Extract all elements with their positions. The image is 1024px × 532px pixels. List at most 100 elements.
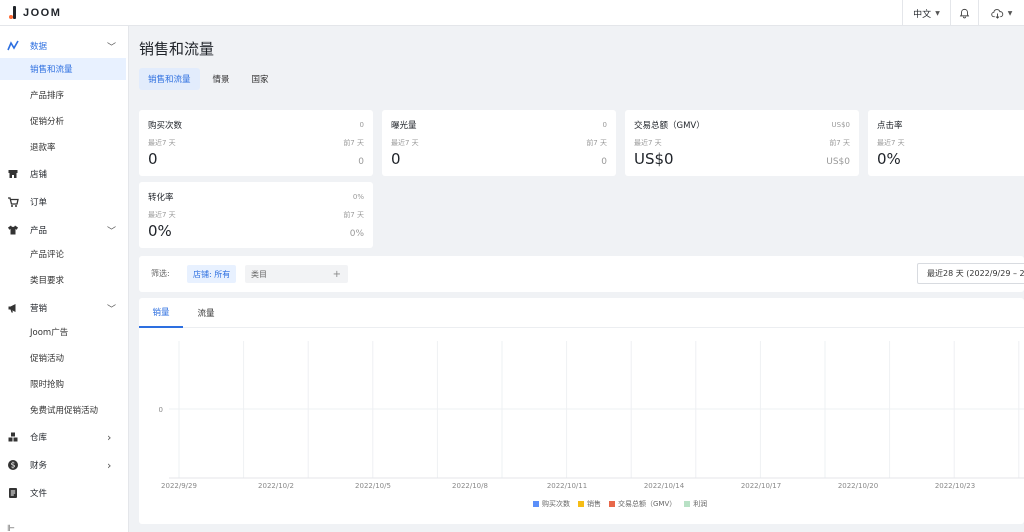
cart-icon bbox=[7, 196, 19, 208]
sales-chart: 0 2022/9/29 2022/10/2 2022/10/5 2022/10/8 202… bbox=[159, 341, 1024, 490]
x-tick-label: 2022/9/29 bbox=[161, 482, 197, 490]
chevron-up-icon: ﹀ bbox=[107, 226, 117, 237]
bell-icon bbox=[959, 8, 970, 18]
sidebar-item-label: 财务 bbox=[30, 461, 48, 471]
sidebar-item-orders[interactable]: 订单 bbox=[0, 191, 128, 213]
legend-label: 购买次数 bbox=[542, 500, 570, 508]
legend-swatch bbox=[533, 501, 539, 507]
sidebar-subitem-refund-rate[interactable]: 退款率 bbox=[0, 136, 126, 158]
sidebar-subitem-promotions[interactable]: 促销活动 bbox=[0, 347, 126, 369]
category-filter[interactable]: 类目 + bbox=[245, 265, 348, 283]
store-icon bbox=[7, 168, 19, 180]
page-title: 销售和流量 bbox=[139, 40, 215, 58]
chevron-right-icon: › bbox=[107, 430, 112, 444]
sidebar: 数据 ﹀ 销售和流量 产品排序 促销分析 退款率 店铺 订单 产品 ﹀ 产品评论… bbox=[0, 26, 129, 532]
warehouse-icon bbox=[7, 431, 19, 443]
date-range-picker[interactable]: 最近28 天 (2022/9/29 – 2 bbox=[917, 263, 1024, 284]
legend-swatch bbox=[578, 501, 584, 507]
metric-card-gmv: 交易总额（GMV） US$0 最近7 天 前7 天 US$0 US$0 bbox=[625, 110, 859, 176]
notification-button[interactable] bbox=[950, 0, 978, 26]
sidebar-item-marketing[interactable]: 营销 ﹀ bbox=[0, 297, 128, 319]
sidebar-subitem-joom-ads[interactable]: Joom广告 bbox=[0, 321, 126, 343]
sidebar-subitem-promo-analysis[interactable]: 促销分析 bbox=[0, 110, 126, 132]
store-filter-chip[interactable]: 店铺: 所有 bbox=[187, 265, 237, 283]
sidebar-item-label: 数据 bbox=[30, 42, 48, 52]
sidebar-item-data[interactable]: 数据 ﹀ bbox=[0, 35, 128, 57]
legend-item[interactable]: 销售 bbox=[578, 499, 601, 509]
chevron-down-icon: ▼ bbox=[935, 9, 940, 17]
sidebar-item-finance[interactable]: $ 财务 › bbox=[0, 454, 128, 476]
dollar-icon: $ bbox=[7, 459, 19, 471]
metric-value: 0% bbox=[877, 150, 901, 168]
legend-label: 利润 bbox=[693, 500, 708, 508]
filter-label: 筛选: bbox=[151, 269, 170, 278]
chart-legend: 购买次数 销售 交易总额（GMV） 利润 bbox=[533, 499, 707, 509]
x-tick-label: 2022/10/14 bbox=[644, 482, 685, 490]
metric-card-ctr: 点击率 最近7 天 0% bbox=[868, 110, 1024, 176]
chevron-down-icon: ▼ bbox=[1007, 9, 1013, 17]
sidebar-item-label: 仓库 bbox=[30, 433, 48, 443]
filter-bar: 筛选: 店铺: 所有 类目 + 最近28 天 (2022/9/29 – 2 bbox=[139, 256, 1024, 292]
page-tabs: 销售和流量 情景 国家 bbox=[139, 68, 278, 90]
shirt-icon bbox=[7, 224, 19, 236]
x-tick-label: 2022/10/17 bbox=[741, 482, 781, 490]
plus-icon[interactable]: + bbox=[333, 269, 341, 280]
cloud-menu-button[interactable]: ▼ bbox=[978, 0, 1024, 26]
sidebar-item-store[interactable]: 店铺 bbox=[0, 163, 128, 185]
sidebar-item-label: 文件 bbox=[30, 489, 48, 499]
svg-text:$: $ bbox=[11, 461, 16, 470]
y-tick-label: 0 bbox=[159, 406, 163, 414]
legend-swatch bbox=[684, 501, 691, 507]
legend-swatch bbox=[609, 501, 615, 507]
sidebar-item-label: 营销 bbox=[30, 304, 48, 314]
legend-label: 销售 bbox=[587, 500, 601, 508]
tab-country[interactable]: 国家 bbox=[243, 68, 278, 90]
legend-item[interactable]: 交易总额（GMV） bbox=[609, 499, 676, 509]
sidebar-item-files[interactable]: 文件 bbox=[0, 482, 128, 504]
joom-logo[interactable]: JOOM bbox=[9, 6, 61, 20]
legend-item[interactable]: 购买次数 bbox=[533, 499, 570, 509]
x-tick-label: 2022/10/23 bbox=[935, 482, 975, 490]
cloud-icon bbox=[990, 8, 1003, 19]
language-label: 中文 bbox=[913, 9, 932, 20]
sidebar-subitem-sales-traffic[interactable]: 销售和流量 bbox=[0, 58, 126, 80]
sidebar-subitem-product-ranking[interactable]: 产品排序 bbox=[0, 84, 126, 106]
chevron-right-icon: › bbox=[107, 458, 112, 472]
sidebar-subitem-category-requirements[interactable]: 类目要求 bbox=[0, 269, 126, 291]
x-tick-label: 2022/10/8 bbox=[452, 482, 488, 490]
legend-label: 交易总额（GMV） bbox=[618, 500, 677, 508]
sidebar-item-products[interactable]: 产品 ﹀ bbox=[0, 219, 128, 241]
metric-value: 0 bbox=[148, 150, 158, 168]
tab-scenario[interactable]: 情景 bbox=[204, 68, 239, 90]
document-icon bbox=[7, 487, 19, 499]
x-tick-label: 2022/10/5 bbox=[355, 482, 391, 490]
x-tick-label: 2022/10/20 bbox=[838, 482, 878, 490]
megaphone-icon bbox=[7, 302, 19, 314]
metric-value: US$0 bbox=[634, 150, 674, 168]
logo-text: JOOM bbox=[23, 7, 62, 19]
language-selector[interactable]: 中文 ▼ bbox=[902, 0, 950, 26]
top-bar: JOOM 中文 ▼ ▼ bbox=[0, 0, 1024, 26]
metric-card-conversion: 转化率 0% 最近7 天 前7 天 0% 0% bbox=[139, 182, 373, 248]
metric-card-impressions: 曝光量 0 最近7 天 前7 天 0 0 bbox=[382, 110, 616, 176]
legend-item[interactable]: 利润 bbox=[684, 499, 707, 509]
metric-value: 0% bbox=[148, 222, 172, 240]
chart-card: 销量 流量 0 2022/9/29 2022/10/2 2022/10/5 2022/1… bbox=[139, 298, 1024, 524]
chevron-up-icon: ﹀ bbox=[107, 304, 117, 315]
trend-icon bbox=[7, 40, 19, 52]
chevron-up-icon: ﹀ bbox=[107, 42, 117, 53]
category-filter-label: 类目 bbox=[251, 269, 267, 279]
x-tick-label: 2022/10/11 bbox=[547, 482, 587, 490]
x-tick-label: 2022/10/2 bbox=[258, 482, 294, 490]
sidebar-item-label: 店铺 bbox=[30, 170, 48, 180]
logo-icon bbox=[9, 6, 17, 20]
sidebar-item-label: 产品 bbox=[30, 226, 48, 236]
sidebar-item-label: 订单 bbox=[30, 198, 48, 208]
tab-sales-traffic[interactable]: 销售和流量 bbox=[139, 68, 200, 90]
sidebar-subitem-flash-sale[interactable]: 限时抢购 bbox=[0, 373, 126, 395]
sidebar-subitem-free-trial[interactable]: 免费试用促销活动 bbox=[0, 399, 126, 421]
collapse-sidebar-icon[interactable]: ⊩ bbox=[7, 524, 15, 532]
sidebar-subitem-product-reviews[interactable]: 产品评论 bbox=[0, 243, 126, 265]
sidebar-item-warehouse[interactable]: 仓库 › bbox=[0, 426, 128, 448]
metric-card-purchases: 购买次数 0 最近7 天 前7 天 0 0 bbox=[139, 110, 373, 176]
